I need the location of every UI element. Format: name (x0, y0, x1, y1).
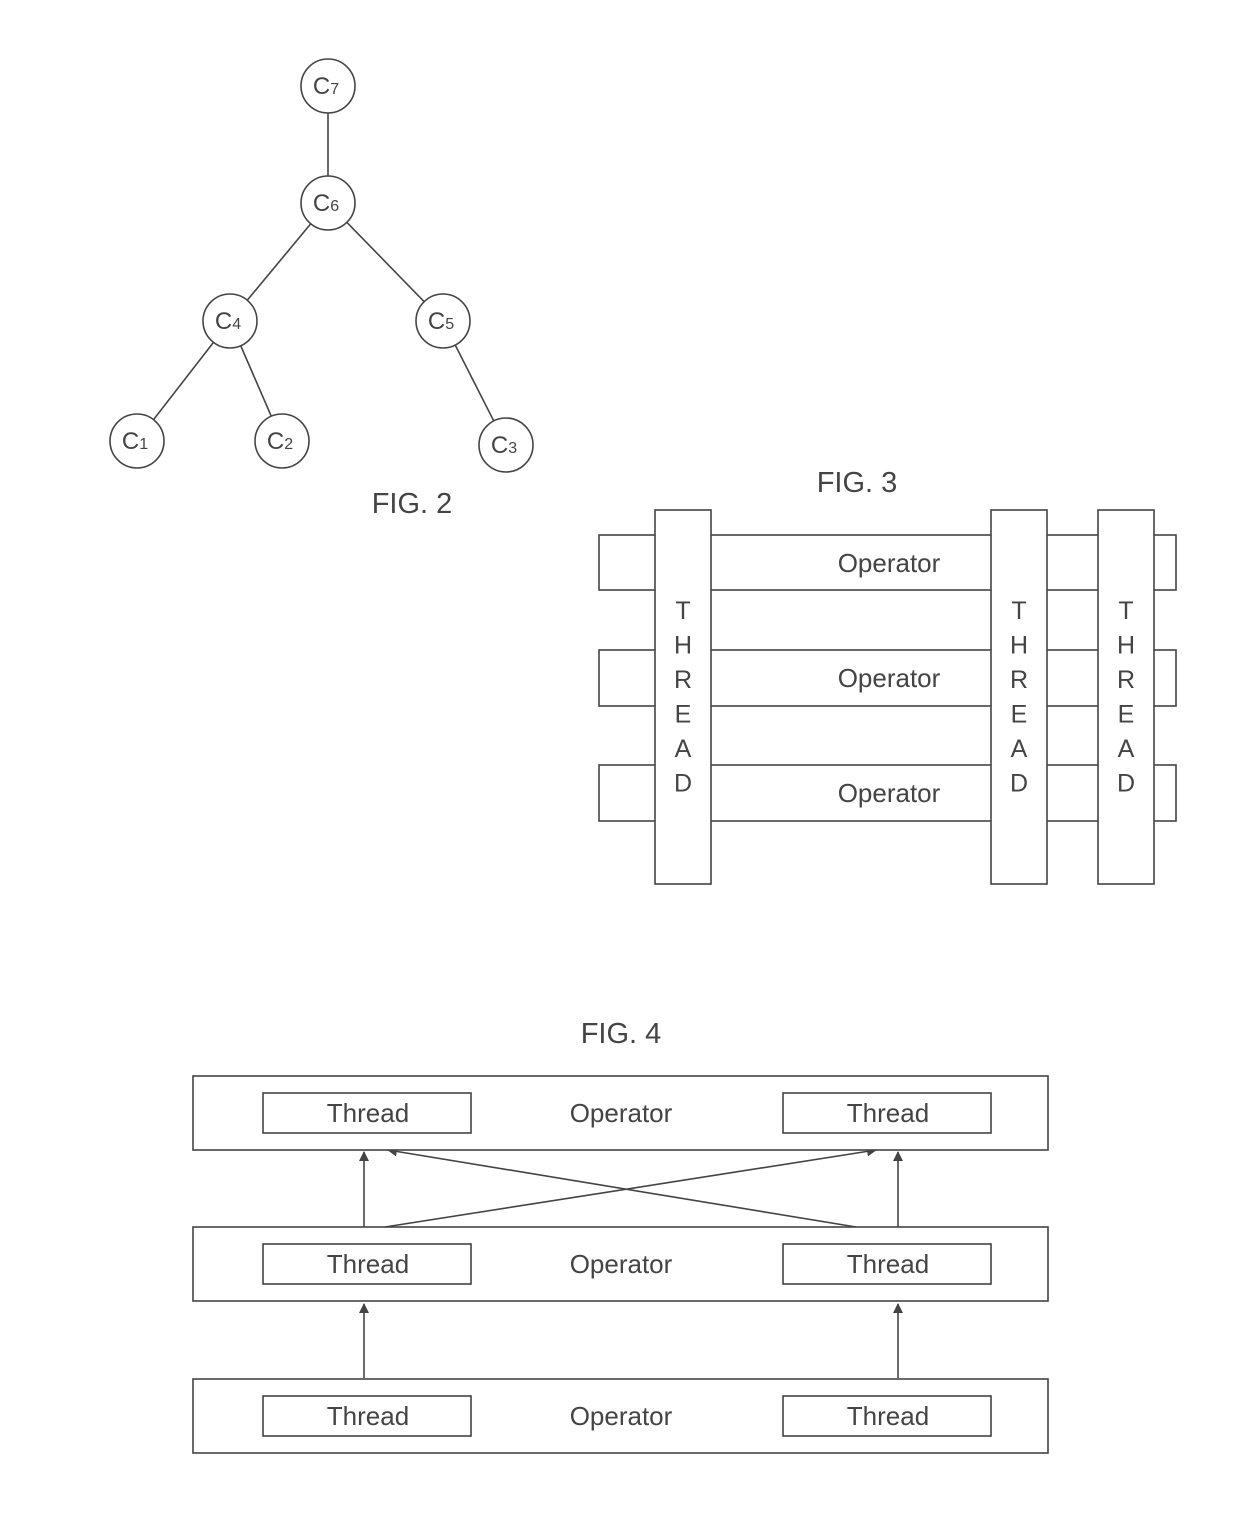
operator-layer: Operator Thread Thread (192, 1075, 1049, 1151)
thread-letter: A (675, 735, 692, 763)
thread-letter: H (674, 632, 692, 660)
thread-label: Thread (847, 1249, 929, 1279)
operator-label: Operator (570, 1098, 673, 1128)
operator-layer: Operator Thread Thread (192, 1378, 1049, 1454)
tree-edge (246, 223, 312, 301)
thread-letter: H (1117, 632, 1135, 660)
thread-column: THREAD (654, 509, 712, 885)
thread-letter: T (1118, 597, 1133, 625)
tree-edge (346, 221, 425, 303)
fig2-tree: C7 C6 C4 C5 C1 C2 C3 FIG. 2 (109, 58, 534, 520)
thread-box: Thread (782, 1092, 992, 1134)
thread-label: Thread (847, 1098, 929, 1128)
fig4-caption: FIG. 4 (581, 1018, 662, 1050)
operator-label: Operator (838, 663, 941, 693)
thread-letter: H (1010, 632, 1028, 660)
thread-letter: T (1011, 597, 1026, 625)
tree-node: C6 (300, 175, 356, 231)
fig3-diagram: FIG. 3 Operator Operator Operator THREAD… (598, 467, 1177, 885)
thread-letter: T (675, 597, 690, 625)
operator-label: Operator (838, 548, 941, 578)
thread-letter: R (1117, 666, 1135, 694)
thread-letter: D (674, 770, 692, 798)
thread-letter: E (1011, 701, 1028, 729)
thread-label: Thread (327, 1249, 409, 1279)
operator-label: Operator (838, 778, 941, 808)
fig3-caption: FIG. 3 (817, 467, 898, 499)
thread-label: Thread (327, 1401, 409, 1431)
thread-label: Thread (847, 1401, 929, 1431)
tree-edge (240, 345, 272, 417)
tree-node: C5 (415, 293, 471, 349)
patent-figures: C7 C6 C4 C5 C1 C2 C3 FIG. 2 FIG. 3 Operator Op… (109, 58, 1177, 1454)
thread-column: THREAD (990, 509, 1048, 885)
thread-bar (990, 509, 1048, 885)
tree-node: C4 (202, 293, 258, 349)
operator-label: Operator (570, 1249, 673, 1279)
thread-letter: E (675, 701, 692, 729)
tree-node: C1 (109, 413, 165, 469)
operator-layer: Operator Thread Thread (192, 1226, 1049, 1302)
thread-label: Thread (327, 1098, 409, 1128)
tree-node: C7 (300, 58, 356, 114)
tree-edge (454, 344, 495, 422)
thread-letter: R (1010, 666, 1028, 694)
fig2-caption: FIG. 2 (372, 488, 453, 520)
fig4-diagram: FIG. 4 Operator Thread Thread Operator Threa… (192, 1018, 1049, 1454)
tree-edge (152, 341, 215, 421)
thread-box: Thread (262, 1243, 472, 1285)
operator-label: Operator (570, 1401, 673, 1431)
thread-letter: R (674, 666, 692, 694)
tree-node: C3 (478, 417, 534, 473)
thread-bar (654, 509, 712, 885)
thread-letter: D (1010, 770, 1028, 798)
thread-bar (1097, 509, 1155, 885)
thread-letter: A (1118, 735, 1135, 763)
thread-box: Thread (262, 1395, 472, 1437)
thread-letter: D (1117, 770, 1135, 798)
thread-box: Thread (262, 1092, 472, 1134)
thread-letter: A (1011, 735, 1028, 763)
tree-node: C2 (254, 413, 310, 469)
thread-column: THREAD (1097, 509, 1155, 885)
thread-letter: E (1118, 701, 1135, 729)
thread-box: Thread (782, 1395, 992, 1437)
thread-box: Thread (782, 1243, 992, 1285)
